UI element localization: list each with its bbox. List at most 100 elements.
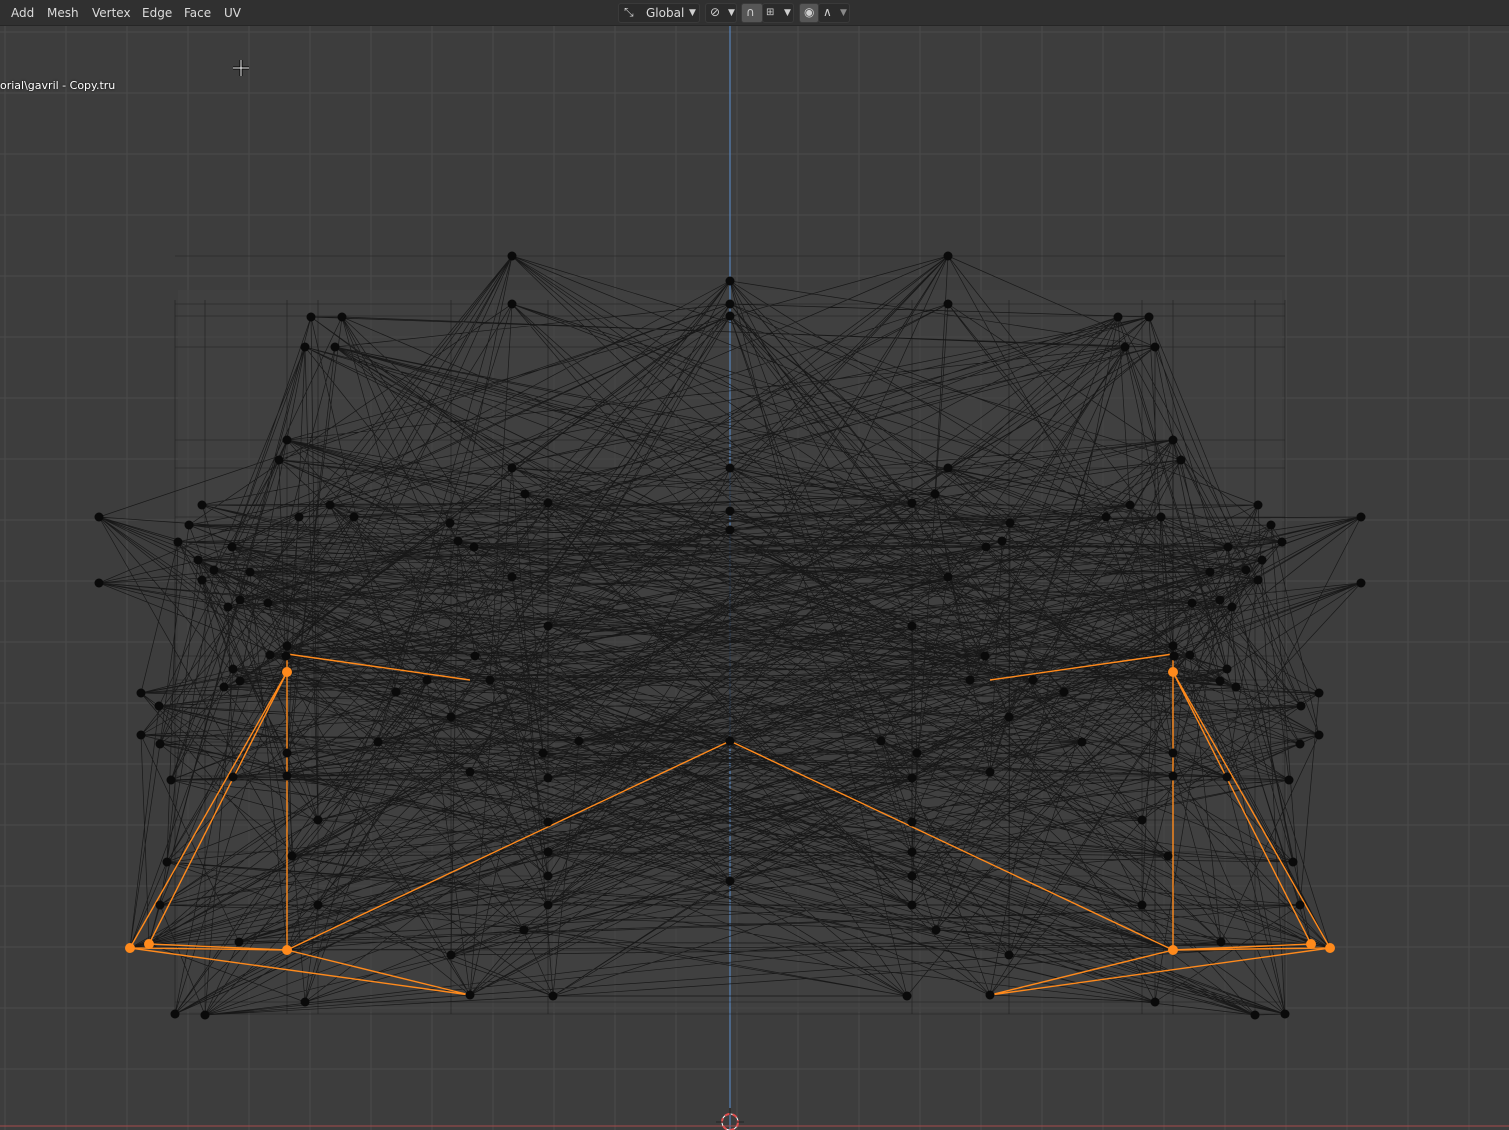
- mesh-vertex[interactable]: [155, 739, 165, 749]
- mesh-vertex[interactable]: [985, 990, 995, 1000]
- mesh-vertex[interactable]: [1137, 815, 1147, 825]
- mesh-vertex[interactable]: [470, 651, 480, 661]
- mesh-vertex[interactable]: [543, 847, 553, 857]
- mesh-vertex[interactable]: [173, 537, 183, 547]
- mesh-vertex[interactable]: [907, 871, 917, 881]
- mesh-vertex[interactable]: [965, 675, 975, 685]
- mesh-vertex[interactable]: [465, 990, 475, 1000]
- mesh-vertex[interactable]: [1187, 598, 1197, 608]
- mesh-vertex[interactable]: [1241, 565, 1251, 575]
- mesh-vertex[interactable]: [1277, 537, 1287, 547]
- mesh-vertex[interactable]: [287, 851, 297, 861]
- mesh-vertex[interactable]: [227, 542, 237, 552]
- mesh-vertex[interactable]: [1356, 512, 1366, 522]
- mesh-vertex[interactable]: [543, 621, 553, 631]
- mesh-vertex[interactable]: [1101, 512, 1111, 522]
- mesh-vertex[interactable]: [166, 775, 176, 785]
- proportional-editing-toggle[interactable]: ◉: [799, 3, 819, 23]
- mesh-vertex[interactable]: [1125, 500, 1135, 510]
- mesh-vertex[interactable]: [209, 565, 219, 575]
- mesh-vertex[interactable]: [1280, 1009, 1290, 1019]
- mesh-vertex[interactable]: [274, 455, 284, 465]
- selected-vertex[interactable]: [1168, 945, 1178, 955]
- mesh-vertex[interactable]: [453, 536, 463, 546]
- menu-mesh[interactable]: Mesh: [41, 3, 85, 23]
- mesh-vertex[interactable]: [136, 730, 146, 740]
- mesh-vertex[interactable]: [507, 251, 517, 261]
- mesh-vertex[interactable]: [1144, 312, 1154, 322]
- mesh-vertex[interactable]: [907, 847, 917, 857]
- mesh-vertex[interactable]: [282, 435, 292, 445]
- mesh-vertex[interactable]: [1223, 542, 1233, 552]
- selected-vertex[interactable]: [1306, 939, 1316, 949]
- mesh-vertex[interactable]: [349, 512, 359, 522]
- mesh-vertex[interactable]: [1250, 1010, 1260, 1020]
- mesh-vertex[interactable]: [543, 871, 553, 881]
- mesh-vertex[interactable]: [1266, 520, 1276, 530]
- mesh-vertex[interactable]: [1004, 950, 1014, 960]
- mesh-vertex[interactable]: [306, 312, 316, 322]
- mesh-vertex[interactable]: [282, 641, 292, 651]
- mesh-vertex[interactable]: [200, 1010, 210, 1020]
- mesh-vertex[interactable]: [1356, 578, 1366, 588]
- mesh-vertex[interactable]: [193, 555, 203, 565]
- mesh-vertex[interactable]: [1137, 900, 1147, 910]
- mesh-vertex[interactable]: [1288, 857, 1298, 867]
- 3d-viewport[interactable]: [0, 26, 1509, 1130]
- mesh-vertex[interactable]: [1120, 342, 1130, 352]
- mesh-vertex[interactable]: [930, 489, 940, 499]
- mesh-vertex[interactable]: [1077, 737, 1087, 747]
- mesh-vertex[interactable]: [1295, 739, 1305, 749]
- mesh-vertex[interactable]: [1176, 455, 1186, 465]
- mesh-vertex[interactable]: [1205, 567, 1215, 577]
- mesh-vertex[interactable]: [330, 342, 340, 352]
- mesh-vertex[interactable]: [1231, 682, 1241, 692]
- transform-orientation-dropdown[interactable]: ⤡ Global ▼: [618, 3, 700, 23]
- mesh-vertex[interactable]: [445, 518, 455, 528]
- mesh-vertex[interactable]: [931, 925, 941, 935]
- mesh-vertex[interactable]: [725, 276, 735, 286]
- mesh-vertex[interactable]: [1296, 701, 1306, 711]
- mesh-vertex[interactable]: [1004, 712, 1014, 722]
- mesh-vertex[interactable]: [337, 312, 347, 322]
- mesh-vertex[interactable]: [543, 773, 553, 783]
- mesh-vertex[interactable]: [391, 687, 401, 697]
- mesh-vertex[interactable]: [234, 937, 244, 947]
- mesh-vertex[interactable]: [1314, 730, 1324, 740]
- mesh-vertex[interactable]: [1005, 518, 1015, 528]
- mesh-vertex[interactable]: [1168, 771, 1178, 781]
- mesh-vertex[interactable]: [543, 900, 553, 910]
- mesh-vertex[interactable]: [507, 572, 517, 582]
- snap-target-dropdown[interactable]: ⊞ ▼: [762, 3, 794, 23]
- pivot-point-dropdown[interactable]: ⊘ ▼: [705, 3, 737, 23]
- mesh-vertex[interactable]: [1150, 342, 1160, 352]
- selected-vertex[interactable]: [1168, 667, 1178, 677]
- mesh-vertex[interactable]: [997, 536, 1007, 546]
- mesh-vertex[interactable]: [1222, 772, 1232, 782]
- mesh-vertex[interactable]: [469, 542, 479, 552]
- mesh-vertex[interactable]: [725, 736, 735, 746]
- mesh-vertex[interactable]: [548, 991, 558, 1001]
- mesh-vertex[interactable]: [184, 520, 194, 530]
- mesh-vertex[interactable]: [981, 542, 991, 552]
- mesh-vertex[interactable]: [1168, 748, 1178, 758]
- mesh-vertex[interactable]: [300, 997, 310, 1007]
- mesh-vertex[interactable]: [485, 675, 495, 685]
- mesh-vertex[interactable]: [1185, 650, 1195, 660]
- mesh-vertex[interactable]: [1168, 435, 1178, 445]
- mesh-vertex[interactable]: [313, 815, 323, 825]
- mesh-vertex[interactable]: [282, 748, 292, 758]
- mesh-vertex[interactable]: [1168, 641, 1178, 651]
- mesh-vertex[interactable]: [520, 489, 530, 499]
- mesh-vertex[interactable]: [943, 299, 953, 309]
- mesh-vertex[interactable]: [543, 817, 553, 827]
- mesh-vertex[interactable]: [507, 463, 517, 473]
- mesh-vertex[interactable]: [281, 651, 291, 661]
- mesh-vertex[interactable]: [538, 748, 548, 758]
- mesh-vertex[interactable]: [197, 500, 207, 510]
- mesh-vertex[interactable]: [725, 463, 735, 473]
- selected-vertex[interactable]: [282, 667, 292, 677]
- selected-vertex[interactable]: [144, 939, 154, 949]
- mesh-vertex[interactable]: [1284, 775, 1294, 785]
- mesh-vertex[interactable]: [876, 736, 886, 746]
